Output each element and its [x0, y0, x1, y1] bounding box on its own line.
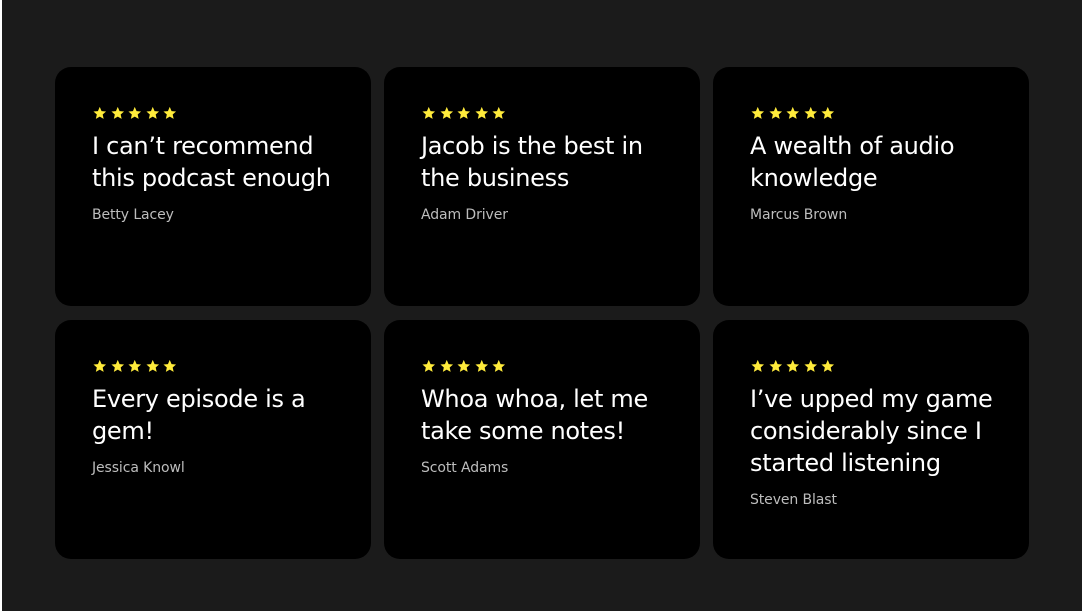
- star-icon: [456, 359, 472, 373]
- star-icon: [803, 106, 819, 120]
- star-icon: [456, 106, 472, 120]
- star-icon: [127, 359, 143, 373]
- testimonial-quote: Whoa whoa, let me take some notes!: [421, 385, 648, 445]
- star-icon: [785, 359, 801, 373]
- star-rating: [750, 106, 999, 120]
- testimonial-author: Steven Blast: [750, 492, 837, 508]
- star-icon: [110, 106, 126, 120]
- testimonial-card: Whoa whoa, let me take some notes! Scott…: [384, 320, 700, 559]
- star-icon: [750, 359, 766, 373]
- star-rating: [92, 359, 341, 373]
- testimonial-quote: I can’t recommend this podcast enough: [92, 132, 331, 192]
- testimonial-author: Jessica Knowl: [92, 460, 185, 476]
- testimonial-author: Scott Adams: [421, 460, 509, 476]
- star-icon: [421, 359, 437, 373]
- testimonial-author: Adam Driver: [421, 207, 508, 223]
- star-icon: [491, 359, 507, 373]
- testimonial-card: I’ve upped my game considerably since I …: [713, 320, 1029, 559]
- testimonial-quote: Jacob is the best in the business: [421, 132, 643, 192]
- star-icon: [820, 359, 836, 373]
- star-rating: [92, 106, 341, 120]
- testimonial-card: Jacob is the best in the business Adam D…: [384, 67, 700, 306]
- star-icon: [820, 106, 836, 120]
- star-icon: [92, 359, 108, 373]
- star-icon: [127, 106, 143, 120]
- star-icon: [421, 106, 437, 120]
- star-icon: [162, 106, 178, 120]
- star-icon: [145, 106, 161, 120]
- star-icon: [439, 106, 455, 120]
- testimonial-card: A wealth of audio knowledge Marcus Brown: [713, 67, 1029, 306]
- testimonial-card: Every episode is a gem! Jessica Knowl: [55, 320, 371, 559]
- star-rating: [421, 359, 670, 373]
- star-icon: [768, 106, 784, 120]
- star-icon: [439, 359, 455, 373]
- star-icon: [768, 359, 784, 373]
- testimonial-quote: I’ve upped my game considerably since I …: [750, 385, 993, 477]
- star-icon: [162, 359, 178, 373]
- star-icon: [750, 106, 766, 120]
- star-rating: [750, 359, 999, 373]
- testimonial-quote: A wealth of audio knowledge: [750, 132, 955, 192]
- testimonial-quote: Every episode is a gem!: [92, 385, 306, 445]
- star-icon: [92, 106, 108, 120]
- testimonials-grid: I can’t recommend this podcast enough Be…: [55, 67, 1029, 559]
- star-icon: [474, 106, 490, 120]
- page-edge-divider: [0, 0, 2, 611]
- star-icon: [803, 359, 819, 373]
- star-rating: [421, 106, 670, 120]
- testimonial-author: Marcus Brown: [750, 207, 848, 223]
- testimonial-card: I can’t recommend this podcast enough Be…: [55, 67, 371, 306]
- star-icon: [785, 106, 801, 120]
- testimonial-author: Betty Lacey: [92, 207, 174, 223]
- star-icon: [110, 359, 126, 373]
- star-icon: [491, 106, 507, 120]
- star-icon: [145, 359, 161, 373]
- star-icon: [474, 359, 490, 373]
